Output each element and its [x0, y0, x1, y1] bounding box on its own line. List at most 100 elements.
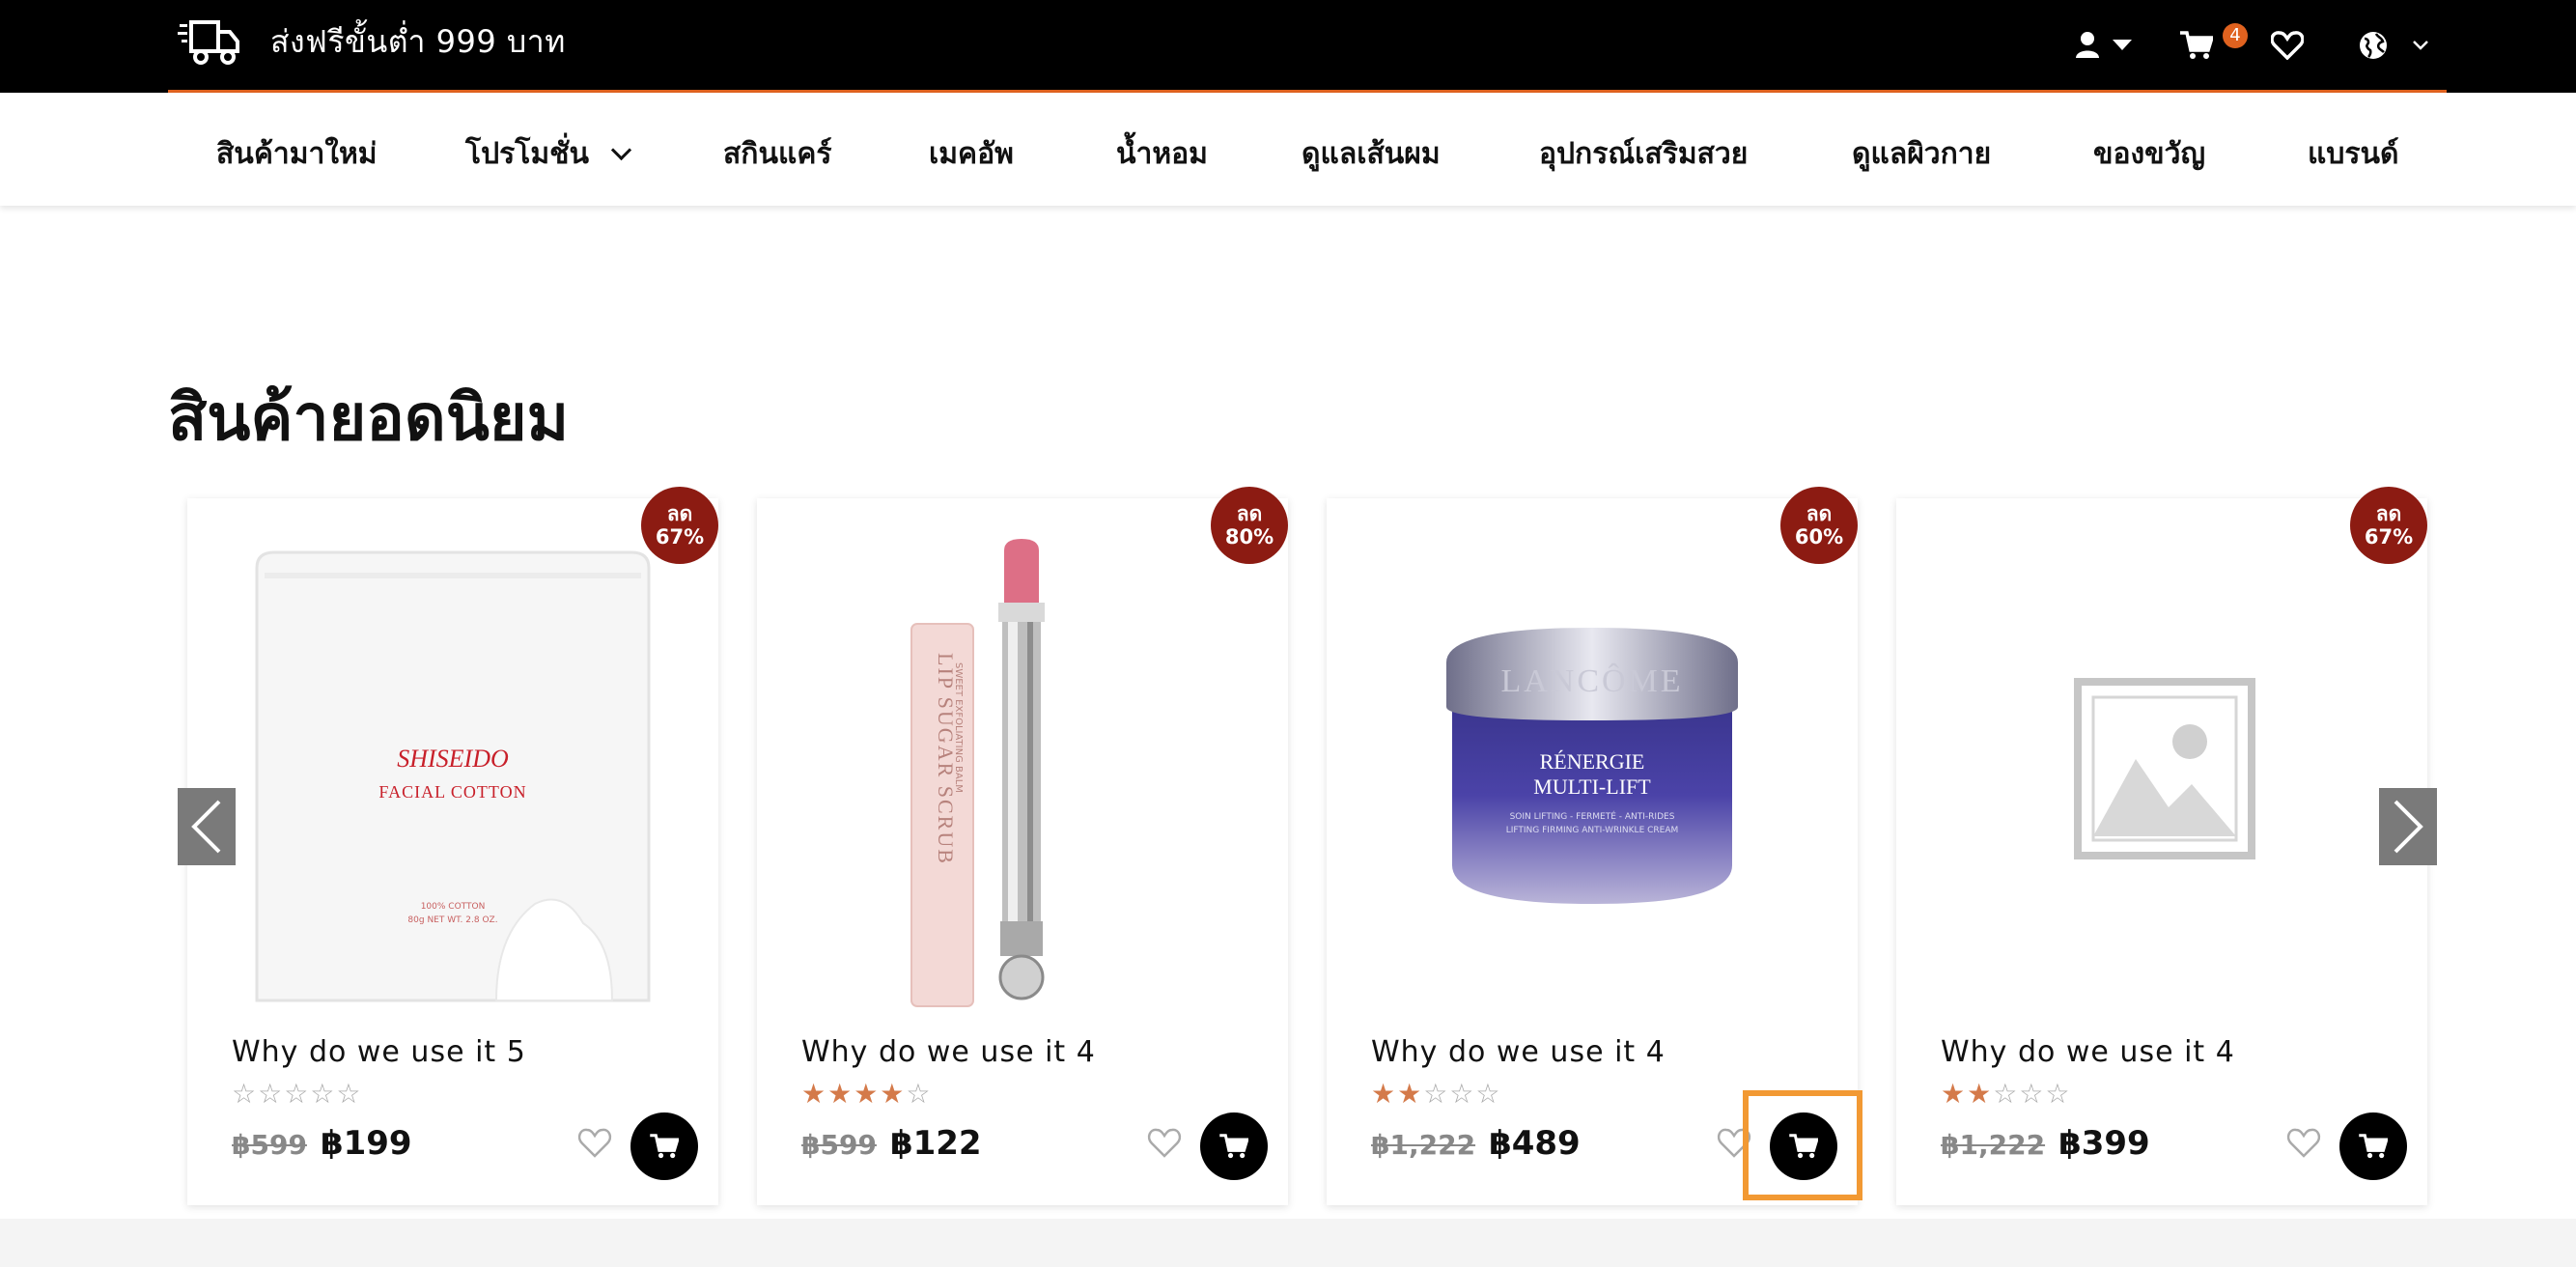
- sale-label: ลด: [666, 502, 693, 525]
- rating-stars: ★★★★☆: [801, 1078, 933, 1110]
- highlight-box: [1743, 1090, 1862, 1200]
- sale-price: ฿399: [2058, 1124, 2150, 1163]
- add-to-cart-button[interactable]: [2339, 1112, 2407, 1180]
- next-section-edge: [0, 1219, 2576, 1267]
- section-title: สินค้ายอดนิยม: [168, 380, 570, 455]
- sale-percent: 67%: [655, 525, 705, 549]
- product-card[interactable]: SHISEIDO FACIAL COTTON 100% COTTON 80g N…: [187, 487, 718, 1205]
- nav-item-brands[interactable]: แบรนด์: [2308, 131, 2398, 177]
- rating-stars: ★★☆☆☆: [1371, 1078, 1502, 1110]
- nav-item-new-products[interactable]: สินค้ามาใหม่: [216, 131, 378, 177]
- heart-icon: [2271, 31, 2304, 60]
- rating-stars: ☆☆☆☆☆: [232, 1078, 363, 1110]
- sale-price: ฿122: [889, 1124, 982, 1163]
- product-name[interactable]: Why do we use it 4: [1371, 1035, 1666, 1069]
- top-bar-actions: 4: [2074, 21, 2447, 70]
- star-empty-icon: ☆: [906, 1078, 933, 1110]
- nav-item-makeup[interactable]: เมคอัพ: [929, 131, 1014, 177]
- original-price: ฿599: [801, 1129, 877, 1161]
- chevron-down-icon: [2413, 41, 2428, 50]
- account-menu[interactable]: [2074, 31, 2132, 60]
- image-detail-text: LIFTING FIRMING ANTI-WRINKLE CREAM: [1506, 826, 1679, 835]
- cart-icon: [2359, 1134, 2388, 1159]
- sale-badge: ลด 80%: [1211, 487, 1288, 564]
- top-bar: ส่งฟรีขั้นต่ำ 999 บาท 4: [0, 0, 2576, 93]
- sale-badge: ลด 60%: [1780, 487, 1858, 564]
- star-empty-icon: ☆☆☆☆☆: [232, 1078, 363, 1110]
- sale-percent: 67%: [2364, 525, 2414, 549]
- carousel-next-button[interactable]: [2379, 788, 2437, 865]
- image-brand-text: LANCÔME: [1500, 662, 1683, 699]
- main-nav: สินค้ามาใหม่ โปรโมชั่น สกินแคร์ เมคอัพ น…: [0, 93, 2576, 206]
- wishlist-heart-icon[interactable]: [2286, 1126, 2321, 1161]
- product-image[interactable]: LIP SUGAR SCRUB SWEET EXFOLIATING BALM: [776, 518, 1269, 1020]
- cart-link[interactable]: 4: [2180, 23, 2248, 60]
- image-product-text: RÉNERGIE: [1540, 749, 1645, 774]
- sale-price: ฿199: [320, 1124, 412, 1163]
- star-empty-icon: ☆☆☆: [1423, 1078, 1502, 1110]
- wishlist-link[interactable]: [2271, 31, 2304, 60]
- free-shipping-notice: ส่งฟรีขั้นต่ำ 999 บาท: [178, 17, 566, 67]
- product-name[interactable]: Why do we use it 4: [1941, 1035, 2235, 1069]
- globe-icon: [2360, 32, 2387, 59]
- star-filled-icon: ★★★★: [801, 1078, 907, 1110]
- cart-count-badge: 4: [2223, 23, 2248, 48]
- sale-percent: 80%: [1224, 525, 1274, 549]
- cart-icon: [1219, 1134, 1248, 1159]
- nav-item-promotions-label: โปรโมชั่น: [465, 137, 590, 171]
- lip-sugar-scrub-image: LIP SUGAR SCRUB SWEET EXFOLIATING BALM: [910, 539, 1045, 1007]
- nav-item-haircare[interactable]: ดูแลเส้นผม: [1302, 131, 1441, 177]
- product-card[interactable]: LIP SUGAR SCRUB SWEET EXFOLIATING BALM ล…: [757, 487, 1288, 1205]
- rating-stars: ★★☆☆☆: [1941, 1078, 2072, 1110]
- carousel-prev-button[interactable]: [178, 788, 236, 865]
- product-name[interactable]: Why do we use it 4: [801, 1035, 1096, 1069]
- image-detail-text: 100% COTTON: [421, 902, 486, 912]
- cart-icon: [650, 1134, 679, 1159]
- sale-label: ลด: [2375, 502, 2402, 525]
- image-brand-text: SHISEIDO: [397, 745, 509, 773]
- image-product-text: FACIAL COTTON: [378, 782, 526, 802]
- sale-label: ลด: [1236, 502, 1263, 525]
- product-card[interactable]: ลด 67% Why do we use it 4 ★★☆☆☆ ฿1,222 ฿…: [1896, 487, 2427, 1205]
- product-image[interactable]: [1916, 518, 2408, 1020]
- original-price: ฿599: [232, 1129, 307, 1161]
- image-detail-text: 80g NET WT. 2.8 OZ.: [407, 915, 497, 925]
- nav-item-promotions[interactable]: โปรโมชั่น: [465, 131, 632, 177]
- nav-item-beauty-tools[interactable]: อุปกรณ์เสริมสวย: [1539, 131, 1748, 177]
- image-detail-text: SOIN LIFTING - FERMETÉ - ANTI-RIDES: [1510, 810, 1675, 822]
- chevron-down-icon: [610, 139, 632, 161]
- truck-icon: [178, 19, 239, 65]
- cart-icon: [2180, 31, 2213, 59]
- nav-item-gifts[interactable]: ของขวัญ: [2093, 131, 2205, 177]
- sale-badge: ลด 67%: [2350, 487, 2427, 564]
- product-image[interactable]: LANCÔME RÉNERGIE MULTI-LIFT SOIN LIFTING…: [1346, 518, 1838, 1020]
- wishlist-heart-icon[interactable]: [577, 1126, 612, 1161]
- free-shipping-text: ส่งฟรีขั้นต่ำ 999 บาท: [270, 23, 566, 60]
- price-row: ฿599 ฿122: [801, 1124, 982, 1163]
- price-row: ฿1,222 ฿399: [1941, 1124, 2150, 1163]
- language-menu[interactable]: [2358, 30, 2429, 61]
- image-detail-text: SWEET EXFOLIATING BALM: [953, 662, 964, 793]
- chevron-right-icon: [2394, 800, 2423, 854]
- image-product-text: MULTI-LIFT: [1533, 774, 1651, 799]
- add-to-cart-button[interactable]: [630, 1112, 698, 1180]
- nav-item-bodycare[interactable]: ดูแลผิวกาย: [1852, 131, 1991, 177]
- nav-item-perfume[interactable]: น้ำหอม: [1116, 131, 1208, 177]
- top-bar-inner: ส่งฟรีขั้นต่ำ 999 บาท 4: [168, 0, 2447, 93]
- chevron-left-icon: [191, 800, 221, 854]
- original-price: ฿1,222: [1941, 1129, 2046, 1161]
- product-image[interactable]: SHISEIDO FACIAL COTTON 100% COTTON 80g N…: [207, 518, 699, 1020]
- user-icon: [2076, 32, 2099, 58]
- sale-badge: ลด 67%: [641, 487, 718, 564]
- wishlist-heart-icon[interactable]: [1147, 1126, 1182, 1161]
- star-empty-icon: ☆☆☆: [1993, 1078, 2072, 1110]
- sale-label: ลด: [1806, 502, 1833, 525]
- nav-item-skincare[interactable]: สกินแคร์: [723, 131, 832, 177]
- add-to-cart-button[interactable]: [1200, 1112, 1268, 1180]
- product-name[interactable]: Why do we use it 5: [232, 1035, 526, 1069]
- star-filled-icon: ★★: [1941, 1078, 1994, 1110]
- price-row: ฿599 ฿199: [232, 1124, 412, 1163]
- star-filled-icon: ★★: [1371, 1078, 1424, 1110]
- renergie-cream-image: LANCÔME RÉNERGIE MULTI-LIFT SOIN LIFTING…: [1446, 628, 1738, 904]
- placeholder-image-icon: [2074, 678, 2255, 859]
